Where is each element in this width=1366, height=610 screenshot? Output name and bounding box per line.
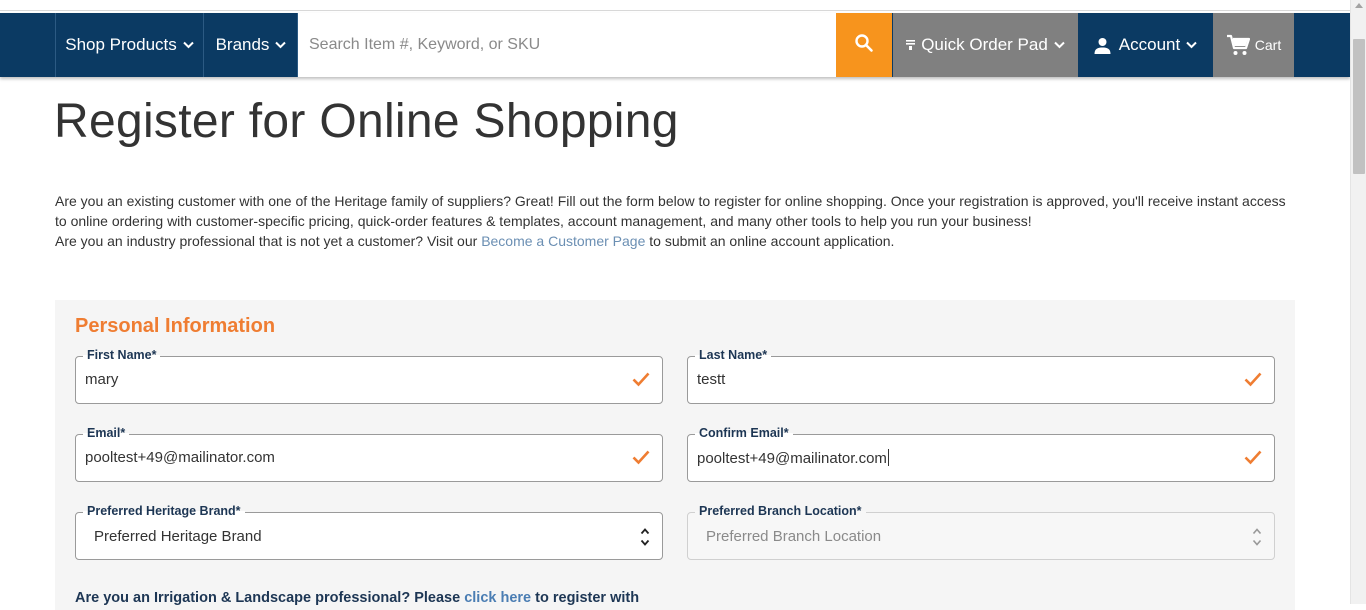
cart-button[interactable]: Cart (1213, 13, 1294, 77)
quick-order-pad-menu[interactable]: Quick Order Pad (893, 13, 1078, 77)
shop-products-menu[interactable]: Shop Products (55, 13, 204, 77)
scroll-up-arrow-icon[interactable] (1355, 3, 1363, 8)
page-title: Register for Online Shopping (54, 95, 679, 148)
preferred-brand-label: Preferred Heritage Brand* (83, 504, 245, 518)
intro-prefix: Are you an industry professional that is… (55, 233, 482, 249)
select-arrows-icon (640, 526, 650, 553)
scrollbar-thumb[interactable] (1353, 39, 1365, 174)
checkmark-icon (1244, 450, 1262, 470)
user-icon (1094, 37, 1111, 54)
email-label: Email* (83, 426, 130, 440)
brands-menu[interactable]: Brands (205, 13, 298, 77)
preferred-branch-label: Preferred Branch Location* (695, 504, 866, 518)
chevron-down-icon (275, 41, 287, 49)
chevron-down-icon (1186, 41, 1197, 49)
confirm-email-value[interactable]: pooltest+49@mailinator.com (697, 449, 889, 467)
account-menu[interactable]: Account (1079, 13, 1212, 77)
brands-label: Brands (215, 35, 270, 54)
page-scrollbar[interactable] (1350, 0, 1366, 604)
intro-paragraph: Are you an existing customer with one of… (55, 193, 1286, 229)
preferred-branch-select[interactable]: Preferred Branch Location* Preferred Bra… (687, 504, 1275, 560)
email-field[interactable]: Email* pooltest+49@mailinator.com (75, 426, 663, 482)
intro-suffix: to submit an online account application. (645, 233, 895, 249)
search-input[interactable] (298, 13, 836, 77)
preferred-branch-value: Preferred Branch Location (706, 528, 882, 545)
first-name-label: First Name* (83, 348, 161, 362)
chevron-down-icon (1054, 41, 1065, 49)
confirm-email-label: Confirm Email* (695, 426, 793, 440)
checkmark-icon (632, 372, 650, 392)
shop-products-label: Shop Products (65, 35, 177, 54)
account-label: Account (1118, 35, 1181, 54)
first-name-value[interactable]: mary (85, 371, 118, 388)
last-name-field[interactable]: Last Name* testt (687, 348, 1275, 404)
intro-paragraph-2: Are you an industry professional that is… (55, 231, 1295, 251)
list-icon (906, 39, 916, 51)
main-navbar: Shop Products Brands Quick Order Pad Acc… (0, 13, 1350, 77)
first-name-field[interactable]: First Name* mary (75, 348, 663, 404)
preferred-brand-value: Preferred Heritage Brand (94, 528, 262, 545)
email-value[interactable]: pooltest+49@mailinator.com (85, 449, 275, 466)
checkmark-icon (632, 450, 650, 470)
cart-label: Cart (1254, 37, 1282, 53)
select-arrows-icon (1252, 526, 1262, 553)
section-title: Personal Information (75, 315, 276, 337)
become-customer-link[interactable]: Become a Customer Page (481, 233, 645, 249)
quick-order-pad-label: Quick Order Pad (921, 35, 1048, 54)
last-name-value[interactable]: testt (697, 371, 725, 388)
intro-text: Are you an existing customer with one of… (55, 191, 1295, 251)
search-icon (854, 33, 874, 58)
cart-icon (1226, 34, 1250, 56)
search-button[interactable] (836, 13, 892, 77)
last-name-label: Last Name* (695, 348, 772, 362)
preferred-brand-select[interactable]: Preferred Heritage Brand* Preferred Heri… (75, 504, 663, 560)
search-bar (298, 13, 836, 77)
checkmark-icon (1244, 372, 1262, 392)
chevron-down-icon (183, 41, 194, 49)
confirm-email-field[interactable]: Confirm Email* pooltest+49@mailinator.co… (687, 426, 1275, 482)
registration-form: Personal Information First Name* mary La… (55, 300, 1295, 610)
browser-top-strip (0, 0, 1350, 11)
